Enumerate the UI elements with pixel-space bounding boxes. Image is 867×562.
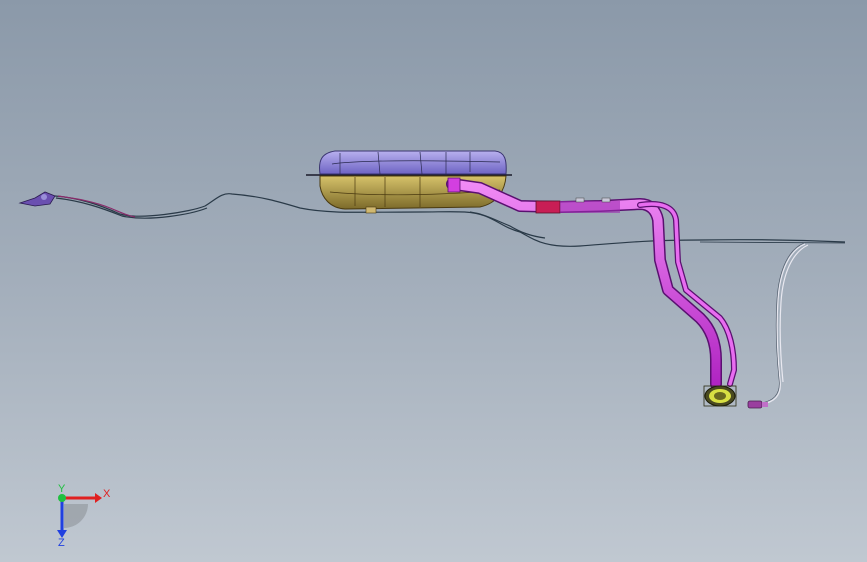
y-axis-label: Y [58,483,66,495]
connector-rear[interactable] [747,400,768,409]
fuel-tank[interactable] [306,150,512,214]
graphics-viewport[interactable]: X Y Z [0,0,867,562]
x-axis-label: X [103,488,111,500]
y-axis-dot [58,494,66,502]
filler-neck[interactable] [703,385,737,407]
model-scene[interactable] [0,0,867,562]
x-axis-head [95,493,102,503]
filler-pipe[interactable] [446,177,737,390]
triad-quadrant [64,504,88,528]
z-axis-label: Z [58,537,65,549]
vent-hose[interactable] [761,243,809,405]
coordinate-triad: X Y Z [57,483,111,549]
